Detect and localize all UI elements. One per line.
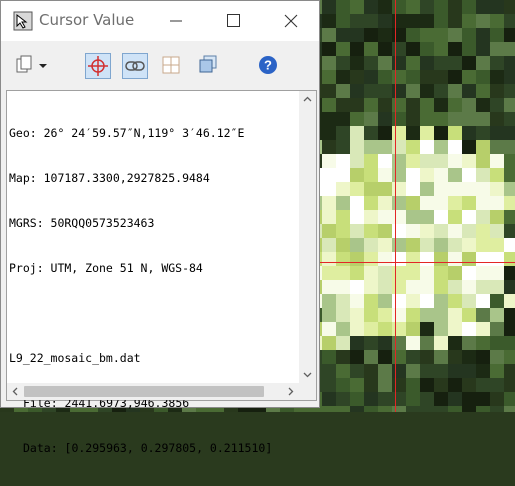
title-bar[interactable]: Cursor Value xyxy=(1,1,319,41)
dataset-name: L9_22_mosaic_bm.dat xyxy=(9,351,141,365)
copy-icon xyxy=(16,55,47,73)
horizontal-scroll-thumb[interactable] xyxy=(24,386,264,397)
cursor-value-window: Cursor Value ? Geo: 26° 24′59.57″N,119° … xyxy=(0,0,320,455)
crosshair-button[interactable] xyxy=(85,53,111,79)
copy-dropdown-button[interactable] xyxy=(13,53,53,79)
mgrs-line: MGRS: 50RQQ0573523463 xyxy=(9,216,155,230)
window-title: Cursor Value xyxy=(39,11,135,29)
close-button[interactable] xyxy=(271,9,311,33)
maximize-button[interactable] xyxy=(213,9,253,33)
windows-button[interactable] xyxy=(196,53,222,79)
minimize-button[interactable] xyxy=(156,9,196,33)
scroll-right-icon[interactable] xyxy=(282,383,299,400)
scroll-down-icon[interactable] xyxy=(299,366,316,383)
map-line: Map: 107187.3300,2927825.9484 xyxy=(9,171,210,185)
link-button[interactable] xyxy=(122,53,148,79)
data-line: Data: [0.295963, 0.297805, 0.211510] xyxy=(23,441,273,455)
readout-panel: Geo: 26° 24′59.57″N,119° 3′46.12″E Map: … xyxy=(6,90,317,455)
svg-text:?: ? xyxy=(264,58,272,73)
crosshair-icon xyxy=(88,56,108,76)
proj-line: Proj: UTM, Zone 51 N, WGS-84 xyxy=(9,261,203,275)
scroll-left-icon[interactable] xyxy=(7,383,24,400)
windows-icon xyxy=(199,55,217,73)
crosshair-horizontal-line xyxy=(320,262,515,263)
crosshair-vertical-line xyxy=(395,0,396,412)
link-icon xyxy=(125,61,145,71)
vertical-scrollbar[interactable] xyxy=(299,91,316,383)
horizontal-scrollbar[interactable] xyxy=(7,383,299,400)
scroll-up-icon[interactable] xyxy=(299,91,316,108)
help-button[interactable]: ? xyxy=(256,53,282,79)
grid-icon xyxy=(162,56,180,74)
help-icon: ? xyxy=(259,56,277,74)
scrollbar-corner xyxy=(299,383,316,400)
cursor-readout: Geo: 26° 24′59.57″N,119° 3′46.12″E Map: … xyxy=(9,96,299,486)
app-icon xyxy=(13,11,33,31)
geo-line: Geo: 26° 24′59.57″N,119° 3′46.12″E xyxy=(9,126,245,140)
toolbar: ? xyxy=(1,45,319,85)
grid-button[interactable] xyxy=(159,53,185,79)
